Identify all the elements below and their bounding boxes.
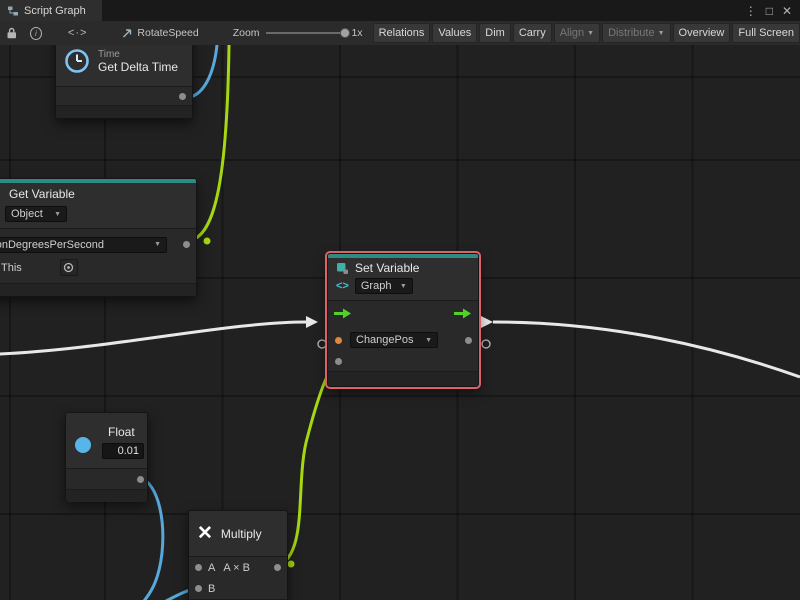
output-port-delta-time[interactable] — [179, 93, 186, 100]
node-title: Multiply — [221, 527, 262, 541]
relations-button[interactable]: Relations — [373, 23, 431, 43]
node-get-variable[interactable]: Get Variable Object ▼ RotationDegreesPer… — [0, 178, 197, 297]
flow-arrowhead-left — [306, 316, 318, 328]
unconnected-port-circle-right — [482, 340, 490, 348]
input-port-a[interactable] — [195, 564, 202, 571]
toolbar-buttons: Relations Values Dim Carry Align▼ Distri… — [373, 23, 800, 43]
tab-title: Script Graph — [24, 5, 86, 17]
variable-name-port[interactable] — [335, 337, 342, 344]
output-port-variable-value[interactable] — [183, 241, 190, 248]
caret-down-icon: ▼ — [154, 241, 161, 248]
zoom-slider[interactable] — [266, 27, 347, 39]
variable-name-dropdown[interactable]: RotationDegreesPerSecond ▼ — [0, 237, 167, 253]
node-footer — [328, 371, 478, 386]
node-title: Get Delta Time — [98, 60, 178, 74]
port-result-label: A × B — [223, 562, 250, 574]
variable-name-dropdown[interactable]: ChangePos ▼ — [350, 332, 438, 348]
graph-toolbar: i <·> RotateSpeed Zoom 1x Relations Valu… — [0, 21, 800, 46]
distribute-button: Distribute▼ — [602, 23, 670, 43]
graph-scope-icon: <> — [336, 280, 349, 292]
tab-bar: Script Graph ⋮ □ ✕ — [0, 0, 800, 22]
control-wire-left — [0, 322, 306, 354]
node-title: Get Variable — [9, 187, 190, 201]
variable-scope-dropdown[interactable]: Object ▼ — [5, 206, 67, 222]
lock-icon[interactable] — [6, 27, 18, 39]
carry-button[interactable]: Carry — [513, 23, 552, 43]
zoom-label: Zoom — [233, 27, 260, 39]
caret-down-icon: ▼ — [425, 337, 432, 344]
clock-icon — [64, 48, 90, 74]
float-type-icon — [75, 437, 91, 453]
graph-canvas[interactable]: Time Get Delta Time Get Variable Object … — [0, 45, 800, 600]
script-graph-icon — [7, 5, 19, 17]
output-port-float[interactable] — [137, 476, 144, 483]
node-title: Set Variable — [355, 261, 419, 275]
node-footer — [56, 105, 192, 118]
multiply-icon: ✕ — [197, 524, 213, 543]
graph-name-label: RotateSpeed — [137, 27, 198, 39]
caret-down-icon: ▼ — [54, 211, 61, 218]
node-footer — [0, 283, 196, 296]
caret-down-icon: ▼ — [587, 30, 594, 37]
float-value-field[interactable]: 0.01 — [102, 443, 144, 459]
zoom-value: 1x — [351, 27, 362, 39]
window-close-icon[interactable]: ✕ — [782, 4, 792, 18]
dim-button[interactable]: Dim — [479, 23, 511, 43]
output-port-new-value[interactable] — [465, 337, 472, 344]
variable-icon — [336, 262, 349, 275]
graph-asset-icon — [121, 27, 133, 39]
node-footer — [66, 489, 147, 502]
node-surtitle: Time — [98, 49, 178, 60]
node-title: Float — [108, 425, 135, 439]
edit-graph-icon[interactable]: <·> — [68, 27, 88, 39]
node-set-variable[interactable]: Set Variable <> Graph ▼ — [327, 253, 479, 387]
align-button: Align▼ — [554, 23, 600, 43]
fullscreen-button[interactable]: Full Screen — [732, 23, 800, 43]
self-target-button[interactable] — [60, 259, 78, 276]
port-b-label: B — [208, 583, 215, 595]
caret-down-icon: ▼ — [400, 283, 407, 290]
input-port-b[interactable] — [195, 585, 202, 592]
input-port-value[interactable] — [335, 358, 342, 365]
window-menu-icon[interactable]: ⋮ — [745, 4, 757, 18]
node-multiply[interactable]: ✕ Multiply A A × B B — [188, 510, 288, 600]
info-icon[interactable]: i — [30, 27, 42, 40]
variable-scope-dropdown[interactable]: Graph ▼ — [355, 278, 413, 294]
target-port-label: This — [1, 262, 22, 274]
window-maximize-icon[interactable]: □ — [766, 4, 773, 18]
tab-script-graph[interactable]: Script Graph — [0, 0, 102, 21]
zoom-slider-track — [266, 32, 347, 34]
control-wire-right — [493, 322, 800, 377]
wire-dot — [288, 561, 295, 568]
zoom-slider-knob[interactable] — [340, 28, 350, 38]
caret-down-icon: ▼ — [658, 30, 665, 37]
port-a-label: A — [208, 562, 215, 574]
unity-script-graph-window: Script Graph ⋮ □ ✕ i <·> RotateSpeed Zoo… — [0, 0, 800, 600]
target-icon — [63, 262, 74, 273]
node-get-delta-time[interactable]: Time Get Delta Time — [55, 45, 193, 119]
flow-input-port[interactable] — [333, 308, 353, 323]
node-float[interactable]: Float 0.01 — [65, 412, 148, 501]
values-button[interactable]: Values — [432, 23, 477, 43]
output-port-result[interactable] — [274, 564, 281, 571]
unconnected-port-circle-left — [318, 340, 326, 348]
wire-dot — [204, 238, 211, 245]
overview-button[interactable]: Overview — [673, 23, 731, 43]
flow-arrowhead-right — [481, 316, 493, 328]
flow-output-port[interactable] — [453, 308, 473, 323]
